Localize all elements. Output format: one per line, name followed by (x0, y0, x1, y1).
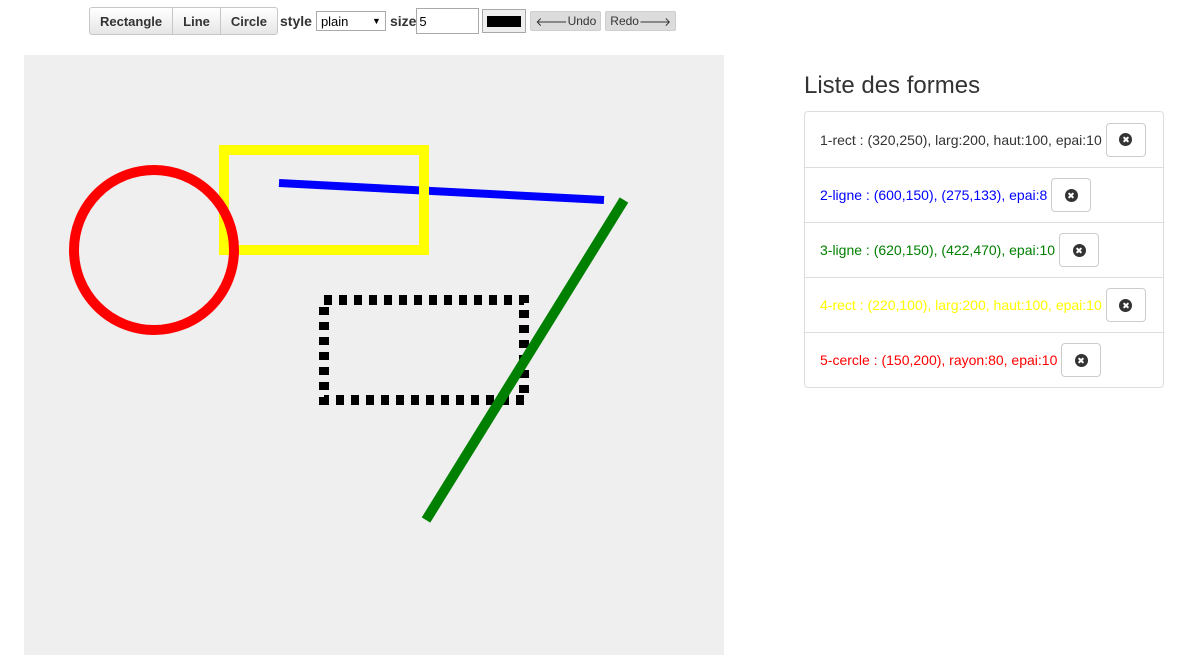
delete-shape-button[interactable] (1105, 288, 1146, 322)
style-label: style (280, 13, 312, 29)
remove-icon (1119, 298, 1133, 312)
remove-icon (1064, 188, 1078, 202)
arrow-left-icon: 🡐 (535, 14, 568, 29)
list-item: 5-cercle : (150,200), rayon:80, epai:10 (805, 332, 1163, 387)
panel-title: Liste des formes (804, 72, 981, 99)
circle-shape[interactable] (69, 165, 239, 335)
canvas-svg[interactable] (24, 55, 724, 655)
color-swatch (487, 15, 522, 27)
list-item: 1-rect : (320,250), larg:200, haut:100, … (805, 112, 1163, 167)
list-item: 4-rect : (220,100), larg:200, haut:100, … (805, 277, 1163, 332)
delete-shape-button[interactable] (1051, 178, 1092, 212)
delete-shape-button[interactable] (1105, 122, 1146, 157)
list-item: 3-ligne : (620,150), (422,470), epai:10 (805, 222, 1163, 277)
circle-button[interactable]: Circle (219, 7, 279, 35)
redo-label: Redo (610, 14, 639, 28)
remove-icon (1074, 353, 1088, 367)
drawing-canvas[interactable] (24, 55, 724, 655)
undo-label: Undo (567, 14, 597, 28)
size-input[interactable]: 5 (416, 8, 480, 34)
line-shape[interactable] (278, 179, 605, 204)
shape-button-group: Rectangle Line Circle (89, 7, 279, 35)
shape-description: 1-rect : (320,250), larg:200, haut:100, … (820, 131, 1102, 148)
list-item: 2-ligne : (600,150), (275,133), epai:8 (805, 167, 1163, 222)
dropdown-arrow-icon: ▼ (372, 16, 381, 26)
rectangle-button[interactable]: Rectangle (89, 7, 174, 35)
redo-button[interactable]: Redo 🡒 (605, 11, 677, 31)
remove-icon (1072, 243, 1086, 257)
shape-description: 5-cercle : (150,200), rayon:80, epai:10 (820, 352, 1058, 368)
delete-shape-button[interactable] (1061, 343, 1102, 377)
rect-shape[interactable] (219, 145, 429, 255)
line-button[interactable]: Line (172, 7, 221, 35)
color-picker[interactable] (482, 9, 527, 33)
line-shape[interactable] (421, 197, 629, 523)
shape-list: 1-rect : (320,250), larg:200, haut:100, … (804, 111, 1164, 388)
toolbar: Rectangle Line Circle style plain ▼ size… (89, 7, 677, 35)
shape-description: 3-ligne : (620,150), (422,470), epai:10 (820, 242, 1056, 258)
size-label: size (389, 13, 417, 29)
size-input-value: 5 (419, 13, 427, 29)
undo-button[interactable]: 🡐 Undo (530, 11, 602, 31)
rect-shape[interactable] (319, 295, 529, 405)
style-select-value: plain (320, 13, 349, 29)
shape-description: 2-ligne : (600,150), (275,133), epai:8 (820, 187, 1048, 203)
remove-icon (1119, 133, 1133, 146)
delete-shape-button[interactable] (1059, 233, 1100, 267)
style-select[interactable]: plain ▼ (315, 11, 386, 31)
arrow-right-icon: 🡒 (638, 14, 672, 29)
shape-description: 4-rect : (220,100), larg:200, haut:100, … (820, 297, 1102, 313)
